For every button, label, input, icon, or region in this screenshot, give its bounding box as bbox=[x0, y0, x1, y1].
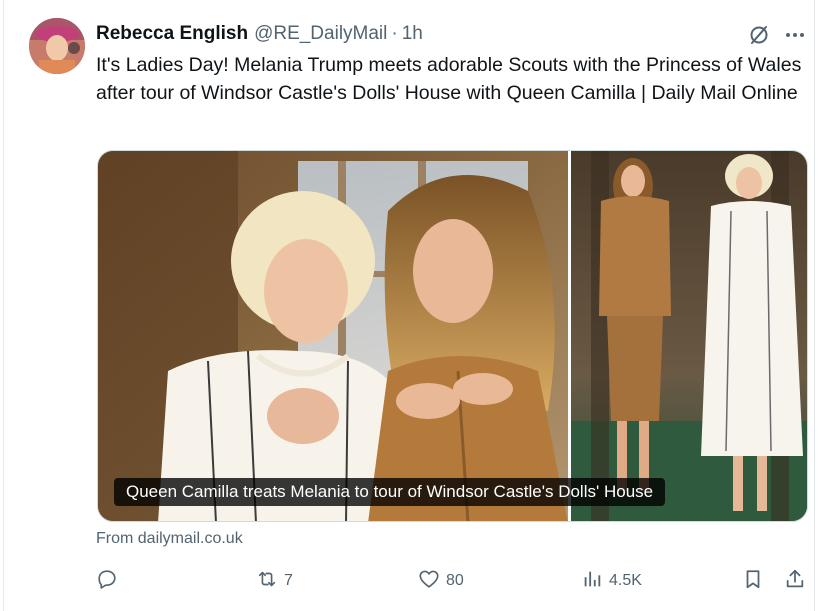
reply-icon bbox=[96, 568, 118, 595]
tweet-header: Rebecca English @RE_DailyMail · 1h bbox=[96, 20, 423, 48]
link-card-media[interactable] bbox=[97, 150, 808, 522]
views-chart-icon bbox=[581, 568, 603, 595]
retweet-count: 7 bbox=[284, 572, 293, 589]
timestamp[interactable]: 1h bbox=[402, 23, 423, 45]
share-icon bbox=[784, 568, 806, 595]
bookmark-icon bbox=[742, 568, 764, 595]
photo-full-length bbox=[571, 151, 807, 521]
card-source[interactable]: From dailymail.co.uk bbox=[96, 530, 243, 548]
views-button[interactable]: 4.5K bbox=[581, 568, 642, 594]
grok-slash-icon[interactable] bbox=[746, 22, 772, 48]
card-caption[interactable]: Queen Camilla treats Melania to tour of … bbox=[114, 478, 666, 506]
retweet-icon bbox=[256, 568, 278, 595]
views-count: 4.5K bbox=[609, 572, 642, 589]
like-button[interactable]: 80 bbox=[418, 568, 464, 594]
tweet-text: It's Ladies Day! Melania Trump meets ado… bbox=[96, 54, 802, 104]
photo-camilla-melania bbox=[98, 151, 568, 521]
heart-icon bbox=[418, 568, 440, 595]
bookmark-button[interactable] bbox=[742, 568, 764, 594]
tweet-card[interactable]: Rebecca English @RE_DailyMail · 1h It's … bbox=[3, 0, 815, 611]
author-handle[interactable]: @RE_DailyMail bbox=[254, 23, 387, 45]
action-bar: 7 80 4.5K bbox=[96, 568, 812, 594]
retweet-button[interactable]: 7 bbox=[256, 568, 293, 594]
author-name[interactable]: Rebecca English bbox=[96, 23, 248, 45]
like-count: 80 bbox=[446, 572, 464, 589]
share-button[interactable] bbox=[784, 568, 806, 594]
avatar[interactable] bbox=[29, 18, 85, 74]
reply-button[interactable] bbox=[96, 568, 118, 594]
separator-dot: · bbox=[391, 23, 398, 44]
more-icon[interactable] bbox=[782, 22, 808, 48]
